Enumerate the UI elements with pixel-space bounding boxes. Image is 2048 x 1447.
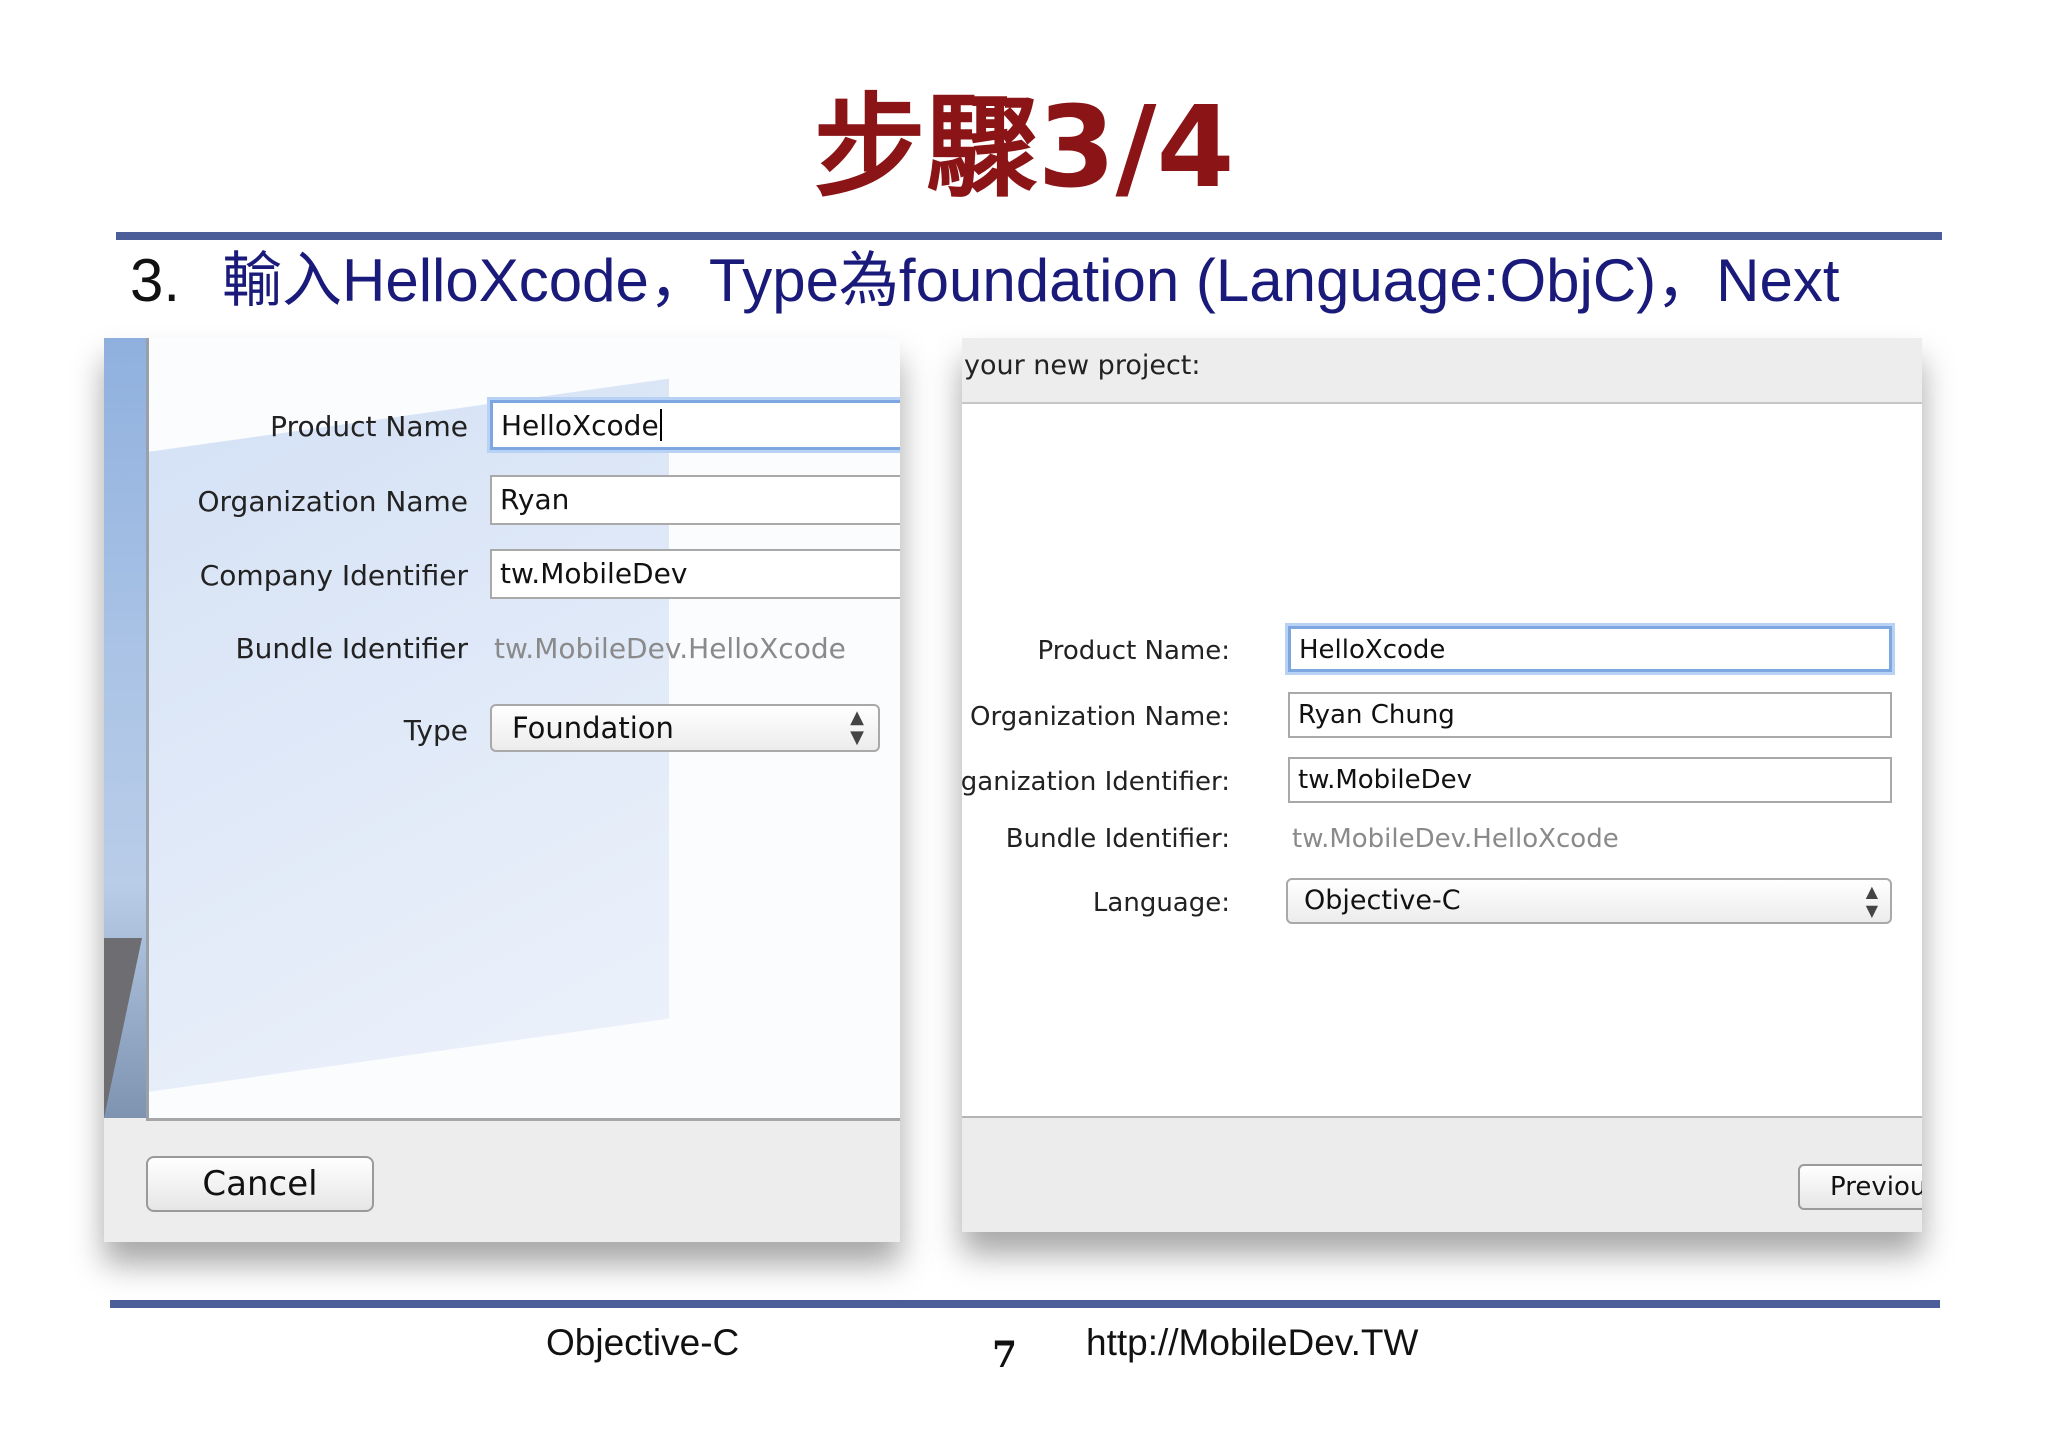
cancel-button[interactable]: Cancel xyxy=(146,1156,374,1212)
right-dialog-screenshot: your new project: Product Name: HelloXco… xyxy=(962,338,1922,1232)
organization-name-label: Organization Name: xyxy=(970,702,1230,732)
language-label: Language: xyxy=(1092,888,1230,918)
bundle-identifier-value: tw.MobileDev.HelloXcode xyxy=(1292,824,1619,854)
right-row-organization-identifier: Organization Identifier: tw.MobileDev xyxy=(962,757,1922,807)
updown-arrows-icon: ▲ ▼ xyxy=(850,707,864,748)
updown-arrows-icon: ▲ ▼ xyxy=(1865,882,1878,920)
right-row-organization-name: Organization Name: Ryan Chung xyxy=(962,692,1922,742)
left-row-company-identifier: Company Identifier tw.MobileDev xyxy=(104,549,900,603)
company-identifier-input[interactable]: tw.MobileDev xyxy=(490,549,900,599)
organization-name-input[interactable]: Ryan xyxy=(490,475,900,525)
left-row-type: Type Foundation ▲ ▼ xyxy=(104,704,900,758)
left-row-organization-name: Organization Name Ryan xyxy=(104,475,900,529)
organization-name-input[interactable]: Ryan Chung xyxy=(1288,692,1892,738)
footer-course-name: Objective-C xyxy=(546,1322,740,1363)
organization-identifier-label: Organization Identifier: xyxy=(962,767,1230,797)
product-name-label: Product Name xyxy=(270,410,468,443)
bundle-identifier-value: tw.MobileDev.HelloXcode xyxy=(494,632,846,665)
slide-title: 步驟3/4 xyxy=(813,83,1235,213)
organization-identifier-input[interactable]: tw.MobileDev xyxy=(1288,757,1892,803)
product-name-label: Product Name: xyxy=(1037,636,1230,666)
top-rule xyxy=(116,232,1942,240)
footer-page-number: 7 xyxy=(992,1334,1018,1376)
company-identifier-label: Company Identifier xyxy=(199,559,468,592)
product-name-input[interactable]: HelloXcode xyxy=(490,400,900,450)
type-select-value: Foundation xyxy=(512,711,674,745)
dialog-header-text: your new project: xyxy=(964,350,1201,381)
footer-url: http://MobileDev.TW xyxy=(1086,1322,1419,1363)
left-row-product-name: Product Name HelloXcode xyxy=(104,400,900,454)
step-number: 3. xyxy=(130,247,181,314)
pencil-illustration xyxy=(104,938,142,1118)
bundle-identifier-label: Bundle Identifier xyxy=(235,632,468,665)
language-select-value: Objective-C xyxy=(1304,885,1461,916)
type-select[interactable]: Foundation ▲ ▼ xyxy=(490,704,880,752)
right-form-panel: Product Name: HelloXcode Organization Na… xyxy=(962,404,1922,1118)
right-dialog-header: your new project: xyxy=(962,338,1922,404)
right-row-bundle-identifier: Bundle Identifier: tw.MobileDev.HelloXco… xyxy=(962,814,1922,864)
left-dialog-screenshot: Product Name HelloXcode Organization Nam… xyxy=(104,338,900,1242)
bundle-identifier-label: Bundle Identifier: xyxy=(1005,824,1230,854)
text-caret xyxy=(659,409,662,441)
step-text: 輸入HelloXcode，Type為foundation (Language:O… xyxy=(222,247,1840,314)
right-row-language: Language: Objective-C ▲ ▼ xyxy=(962,878,1922,928)
left-row-bundle-identifier: Bundle Identifier tw.MobileDev.HelloXcod… xyxy=(104,622,900,676)
product-name-input[interactable]: HelloXcode xyxy=(1288,626,1892,672)
product-name-value: HelloXcode xyxy=(501,409,659,442)
right-row-product-name: Product Name: HelloXcode xyxy=(962,626,1922,676)
step-instruction: 3. 輸入HelloXcode，Type為foundation (Language… xyxy=(130,246,1840,316)
organization-name-label: Organization Name xyxy=(197,485,468,518)
type-label: Type xyxy=(403,714,468,747)
language-select[interactable]: Objective-C ▲ ▼ xyxy=(1286,878,1892,924)
previous-button[interactable]: Previou xyxy=(1798,1164,1922,1210)
bottom-rule xyxy=(110,1300,1940,1308)
